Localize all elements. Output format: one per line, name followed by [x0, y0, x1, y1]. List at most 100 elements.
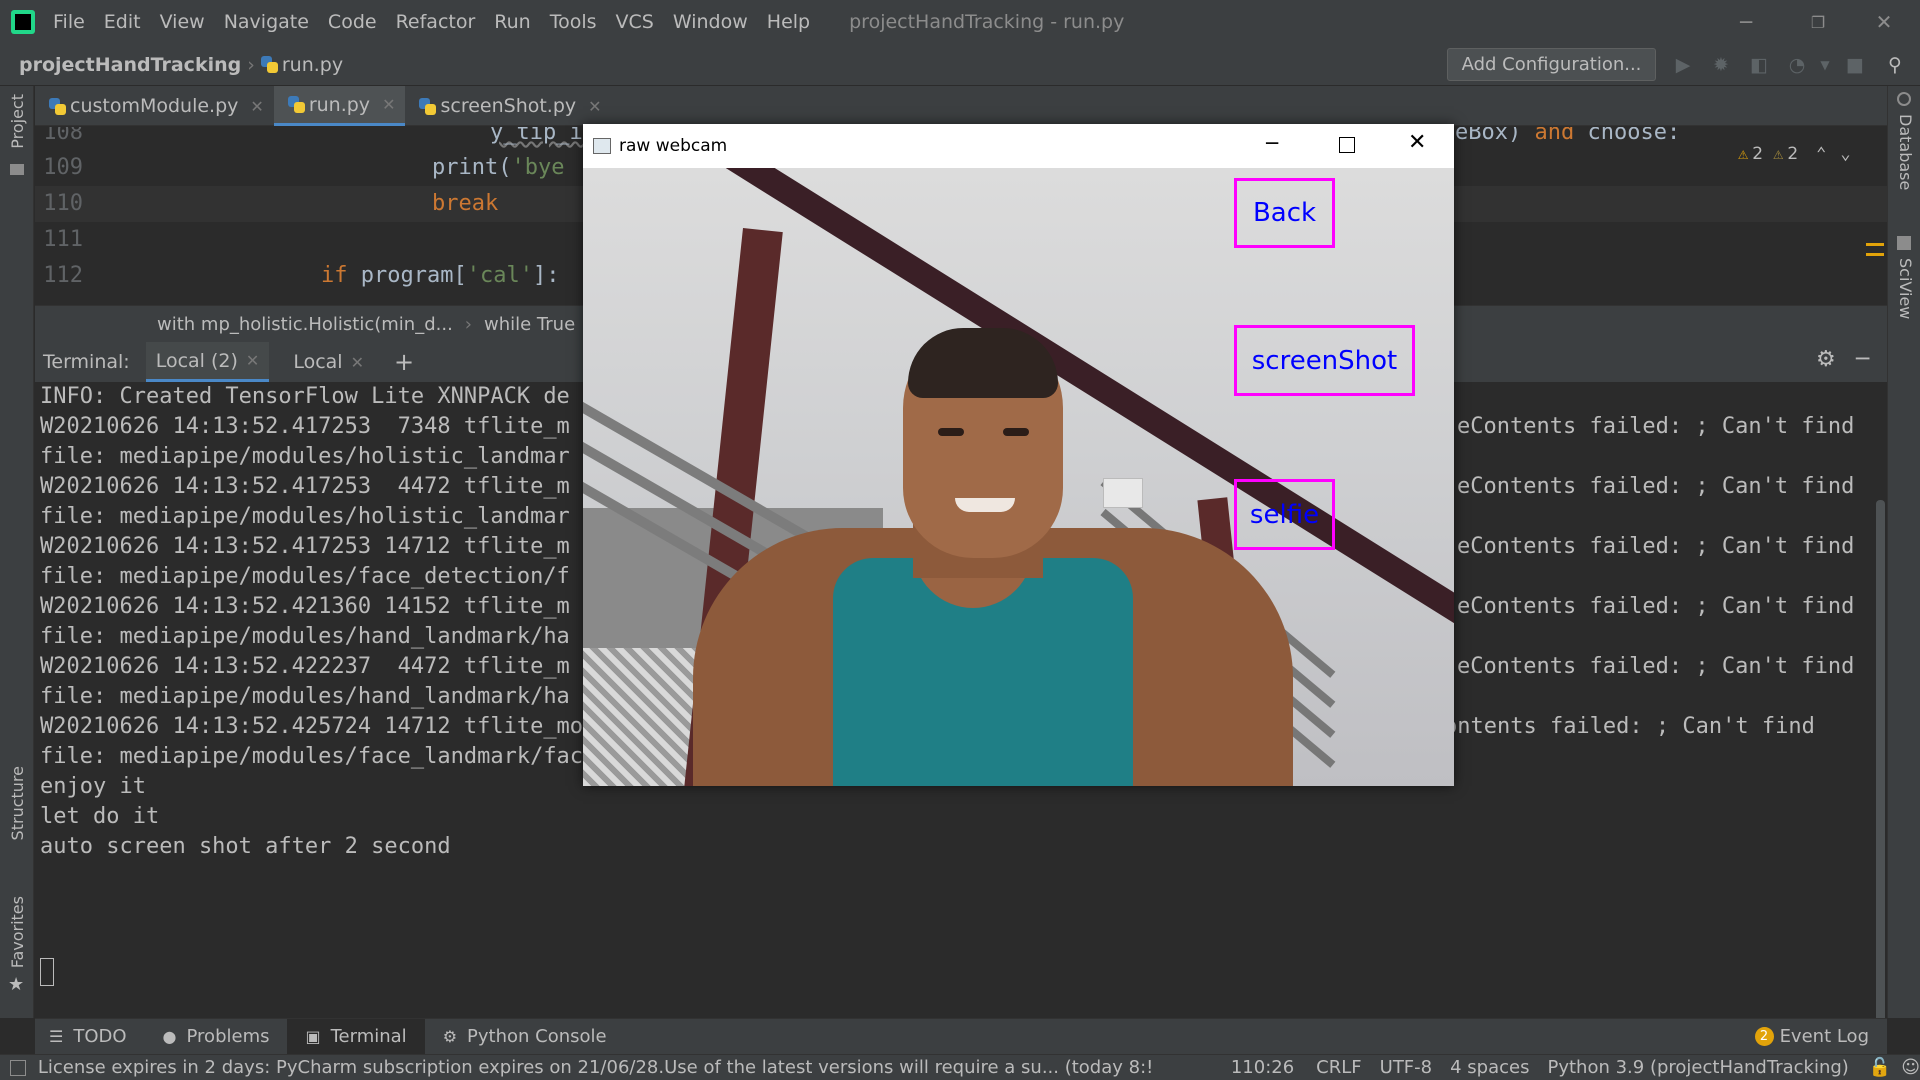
terminal-line: file: mediapipe/modules/hand_landmark/ha	[40, 684, 570, 709]
cv-back-button[interactable]: Back	[1234, 178, 1335, 248]
restore-icon[interactable]: ❐	[1782, 0, 1854, 44]
notifications-icon[interactable]: ☺	[1901, 1057, 1920, 1078]
terminal-scrollbar[interactable]	[1876, 500, 1885, 1030]
webcam-titlebar[interactable]: raw webcam ─ ✕	[583, 124, 1454, 168]
menu-view[interactable]: View	[160, 11, 205, 33]
maximize-icon[interactable]	[1339, 137, 1355, 153]
problems-tab[interactable]: ● Problems	[145, 1019, 288, 1055]
cv-screenshot-button[interactable]: screenShot	[1234, 325, 1415, 396]
add-configuration-button[interactable]: Add Configuration...	[1447, 48, 1656, 81]
close-icon[interactable]: ✕	[1848, 0, 1920, 44]
python-console-tab[interactable]: ⚙ Python Console	[425, 1019, 625, 1055]
close-tab-icon[interactable]: ✕	[351, 353, 364, 372]
debug-icon[interactable]: ✹	[1706, 50, 1736, 80]
breadcrumb-project[interactable]: projectHandTracking	[19, 54, 241, 76]
database-tool-tab[interactable]: Database	[1896, 114, 1915, 190]
terminal-tab-local-2[interactable]: Local (2) ✕	[145, 342, 270, 382]
close-tab-icon[interactable]: ✕	[588, 97, 601, 116]
breadcrumb-while[interactable]: while True	[484, 314, 575, 335]
terminal-cursor	[40, 958, 54, 986]
run-icon[interactable]: ▶	[1668, 50, 1698, 80]
close-tab-icon[interactable]: ✕	[246, 351, 259, 370]
tab-screenshot[interactable]: screenShot.py ✕	[405, 86, 611, 126]
favorites-tool-tab[interactable]: Favorites	[8, 896, 27, 968]
star-icon: ★	[8, 974, 25, 995]
menu-run[interactable]: Run	[494, 11, 530, 33]
gear-icon[interactable]: ⚙	[1816, 347, 1836, 372]
breadcrumb-with[interactable]: with mp_holistic.Holistic(min_d...	[157, 314, 453, 335]
terminal-line: W20210626 14:13:52.422237 4472 tflite_m	[40, 654, 570, 679]
project-tool-tab[interactable]: Project	[8, 94, 27, 149]
person-mouth	[955, 498, 1015, 512]
profile-icon[interactable]: ◔	[1782, 50, 1812, 80]
problems-label: Problems	[186, 1026, 270, 1047]
chevron-up-icon[interactable]: ⌃	[1816, 144, 1826, 164]
database-icon	[1897, 92, 1911, 106]
terminal-line: W20210626 14:13:52.417253 14712 tflite_m	[40, 534, 570, 559]
terminal-icon: ▣	[305, 1027, 321, 1046]
line-number: 109	[43, 155, 83, 180]
menu-edit[interactable]: Edit	[104, 11, 141, 33]
status-bar: License expires in 2 days: PyCharm subsc…	[0, 1054, 1920, 1080]
tab-run[interactable]: run.py ✕	[273, 86, 406, 126]
terminal-tab[interactable]: ▣ Terminal	[287, 1018, 425, 1055]
code-text: y_tip_i	[490, 127, 583, 145]
minimize-icon[interactable]: ─	[1710, 0, 1782, 44]
line-separator[interactable]: CRLF	[1316, 1057, 1361, 1078]
close-icon[interactable]: ✕	[1408, 130, 1426, 155]
chevron-down-icon[interactable]: ▼	[1810, 50, 1840, 80]
menu-code[interactable]: Code	[328, 11, 377, 33]
inspection-widget[interactable]: ⚠ 2 ⚠ 2 ⌃ ⌄	[1738, 144, 1851, 164]
breadcrumb-file[interactable]: run.py	[260, 54, 343, 76]
search-icon[interactable]: ⚲	[1880, 50, 1910, 80]
caret-position[interactable]: 110:26	[1231, 1057, 1294, 1078]
menu-help[interactable]: Help	[767, 11, 810, 33]
window-title: projectHandTracking - run.py	[849, 11, 1125, 33]
line-number: 111	[43, 227, 83, 252]
hide-panel-icon[interactable]: ─	[1856, 347, 1869, 372]
code-text: eBox) and choose:	[1455, 127, 1681, 145]
wall-socket	[1103, 478, 1143, 508]
left-tool-strip: Project Structure Favorites ★	[0, 86, 34, 1018]
python-interpreter[interactable]: Python 3.9 (projectHandTracking)	[1547, 1057, 1848, 1078]
menu-tools[interactable]: Tools	[550, 11, 597, 33]
weak-warning-count: 2	[1787, 144, 1799, 164]
terminal-line: file: mediapipe/modules/face_detection/f	[40, 564, 570, 589]
terminal-line-tail: eContents failed: ; Can't find	[1457, 414, 1855, 439]
warning-marker[interactable]	[1866, 243, 1884, 246]
coverage-icon[interactable]: ◧	[1744, 50, 1774, 80]
structure-tool-tab[interactable]: Structure	[8, 766, 27, 840]
editor-tabs: customModule.py ✕ run.py ✕ screenShot.py…	[35, 86, 1887, 126]
tab-custommodule[interactable]: customModule.py ✕	[35, 86, 274, 126]
close-tab-icon[interactable]: ✕	[382, 95, 395, 114]
lock-icon[interactable]: 🔓	[1869, 1057, 1891, 1078]
webcam-frame: Back screenShot selfie	[583, 168, 1454, 786]
status-message[interactable]: License expires in 2 days: PyCharm subsc…	[38, 1057, 1199, 1078]
minimize-icon[interactable]: ─	[1266, 131, 1278, 155]
terminal-line: enjoy it	[40, 774, 146, 799]
code-text: if program['cal']:	[321, 263, 560, 288]
add-terminal-icon[interactable]: +	[394, 348, 414, 376]
event-log-tab[interactable]: 2 Event Log	[1737, 1019, 1887, 1055]
menu-refactor[interactable]: Refactor	[396, 11, 476, 33]
cv-selfie-button[interactable]: selfie	[1234, 479, 1335, 550]
todo-tab[interactable]: ☰ TODO	[35, 1019, 145, 1055]
menu-window[interactable]: Window	[673, 11, 748, 33]
terminal-line: file: mediapipe/modules/hand_landmark/ha	[40, 624, 570, 649]
stop-icon[interactable]: ■	[1840, 50, 1870, 80]
menu-navigate[interactable]: Navigate	[224, 11, 309, 33]
person-eye	[938, 428, 964, 436]
terminal-tab-local[interactable]: Local ✕	[283, 342, 374, 382]
close-tab-icon[interactable]: ✕	[250, 97, 263, 116]
indent-setting[interactable]: 4 spaces	[1450, 1057, 1529, 1078]
menu-vcs[interactable]: VCS	[616, 11, 654, 33]
weak-warning-icon: ⚠	[1773, 144, 1784, 164]
panel-toggle-icon[interactable]	[10, 1059, 26, 1076]
menu-file[interactable]: File	[53, 11, 85, 33]
file-encoding[interactable]: UTF-8	[1380, 1057, 1432, 1078]
warning-marker[interactable]	[1866, 253, 1884, 256]
chevron-down-icon[interactable]: ⌄	[1840, 144, 1850, 164]
right-tool-strip: Database SciView	[1887, 86, 1920, 1018]
webcam-window[interactable]: raw webcam ─ ✕ Back screenShot selfie	[583, 124, 1454, 786]
sciview-tool-tab[interactable]: SciView	[1896, 258, 1915, 319]
